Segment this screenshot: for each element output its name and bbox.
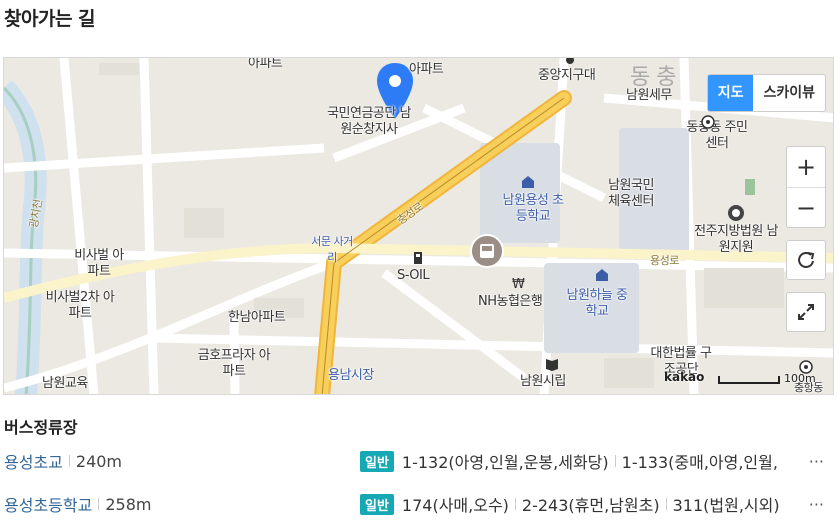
label-apt-top2: 아파트 (409, 62, 444, 77)
scale-text: 100m (784, 372, 816, 385)
pin-label: 국민연금공단 남원순창지사 (327, 106, 411, 137)
bus-stop-row: 용성초등학교 258m 일반 174(사매,오수) 2-243(휴먼,남원초) … (4, 491, 834, 517)
label-namwon-market: 남원시립 (520, 374, 566, 389)
label-jungang: 중앙지구대 (538, 68, 596, 83)
zoom-in-button[interactable]: + (787, 147, 825, 187)
divider (614, 455, 616, 467)
label-gym: 남원국민 체육센터 (608, 178, 654, 209)
gas-station-icon (414, 252, 422, 264)
reset-button[interactable] (786, 240, 826, 280)
divider (68, 455, 70, 467)
route-type-badge: 일반 (360, 450, 394, 472)
label-apt-top: 아파트 (248, 57, 283, 71)
refresh-icon (798, 252, 815, 268)
bus-stop-name[interactable]: 용성초교 (4, 449, 63, 473)
label-edu: 남원교육 (42, 376, 88, 391)
bus-stop-row: 용성초교 240m 일반 1-132(아영,인월,운봉,세화당) 1-133(중… (4, 448, 834, 474)
label-bisabeol: 비사벌 아파트 (74, 248, 124, 279)
divider (98, 498, 100, 510)
more-routes-button[interactable]: ··· (809, 452, 824, 471)
label-road-yongseong: 용성로 (650, 254, 679, 267)
label-dongchung: 동충동 주민센터 (686, 120, 748, 151)
bldg-marker-icon (745, 179, 755, 195)
route-list: 일반 174(사매,오수) 2-243(휴먼,남원초) 311(법원,시외) (360, 492, 800, 516)
route-item[interactable]: 1-132(아영,인월,운봉,세화당) (402, 449, 609, 473)
route-item[interactable]: 2-243(휴먼,남원초) (522, 492, 660, 516)
map-logo: kakao (664, 370, 705, 384)
page-title: 찾아가는 길 (4, 8, 96, 30)
zoom-control: + − (786, 146, 826, 228)
label-bisabeol2: 비사벌2차 아파트 (45, 290, 115, 321)
market-icon (546, 359, 558, 371)
zoom-out-button[interactable]: − (787, 187, 825, 227)
route-item[interactable]: 311(법원,시외) (673, 492, 780, 516)
label-nh: NH농협은행 (478, 294, 543, 309)
map-view-button[interactable]: 지도 (707, 75, 754, 111)
label-yongnam: 용남시장 (328, 368, 374, 383)
fullscreen-button[interactable] (786, 292, 826, 332)
label-geumho: 금호프라자 아파트 (197, 348, 271, 379)
label-soil: S-OIL (397, 268, 430, 283)
svg-text:₩: ₩ (512, 277, 525, 290)
bus-stop-icon[interactable] (470, 234, 504, 268)
school-marker-icon (522, 176, 534, 188)
expand-icon (798, 304, 814, 320)
divider (665, 498, 667, 510)
bus-stop-name[interactable]: 용성초등학교 (4, 492, 92, 516)
more-routes-button[interactable]: ··· (809, 495, 824, 514)
label-court: 전주지방법원 남원지원 (694, 224, 778, 255)
bus-stop-distance: 240m (75, 451, 123, 471)
divider (514, 498, 516, 510)
bank-icon: ₩ (512, 277, 525, 290)
label-dong-gray: 동 충 (630, 65, 676, 90)
skyview-button[interactable]: 스카이뷰 (753, 75, 825, 111)
office-marker-icon (701, 115, 715, 129)
map-type-toggle: 지도 스카이뷰 (706, 74, 826, 112)
school2-marker-icon (596, 269, 608, 281)
map[interactable]: 아파트 아파트 중앙지구대 남원세무 동 충 국민연금공단 남원순창지사 동충동… (3, 57, 834, 395)
route-item[interactable]: 174(사매,오수) (402, 492, 509, 516)
police-marker-icon (566, 58, 574, 64)
bus-section-title: 버스정류장 (4, 418, 78, 437)
bus-stop-distance: 258m (105, 494, 152, 514)
label-seomun: 서문 사거리 (311, 235, 353, 264)
court-marker-icon (728, 205, 744, 221)
label-namwonse: 남원세무 (626, 88, 672, 103)
route-list: 일반 1-132(아영,인월,운봉,세화당) 1-133(중매,아영,인월, (360, 449, 800, 473)
route-type-badge: 일반 (360, 493, 394, 515)
scale-bar (718, 376, 780, 384)
label-yongseong-school: 남원용성 초등학교 (502, 193, 564, 224)
label-hannam: 한남아파트 (228, 310, 286, 325)
label-haneul-school: 남원하늘 중학교 (566, 288, 628, 319)
route-item[interactable]: 1-133(중매,아영,인월, (622, 449, 778, 473)
